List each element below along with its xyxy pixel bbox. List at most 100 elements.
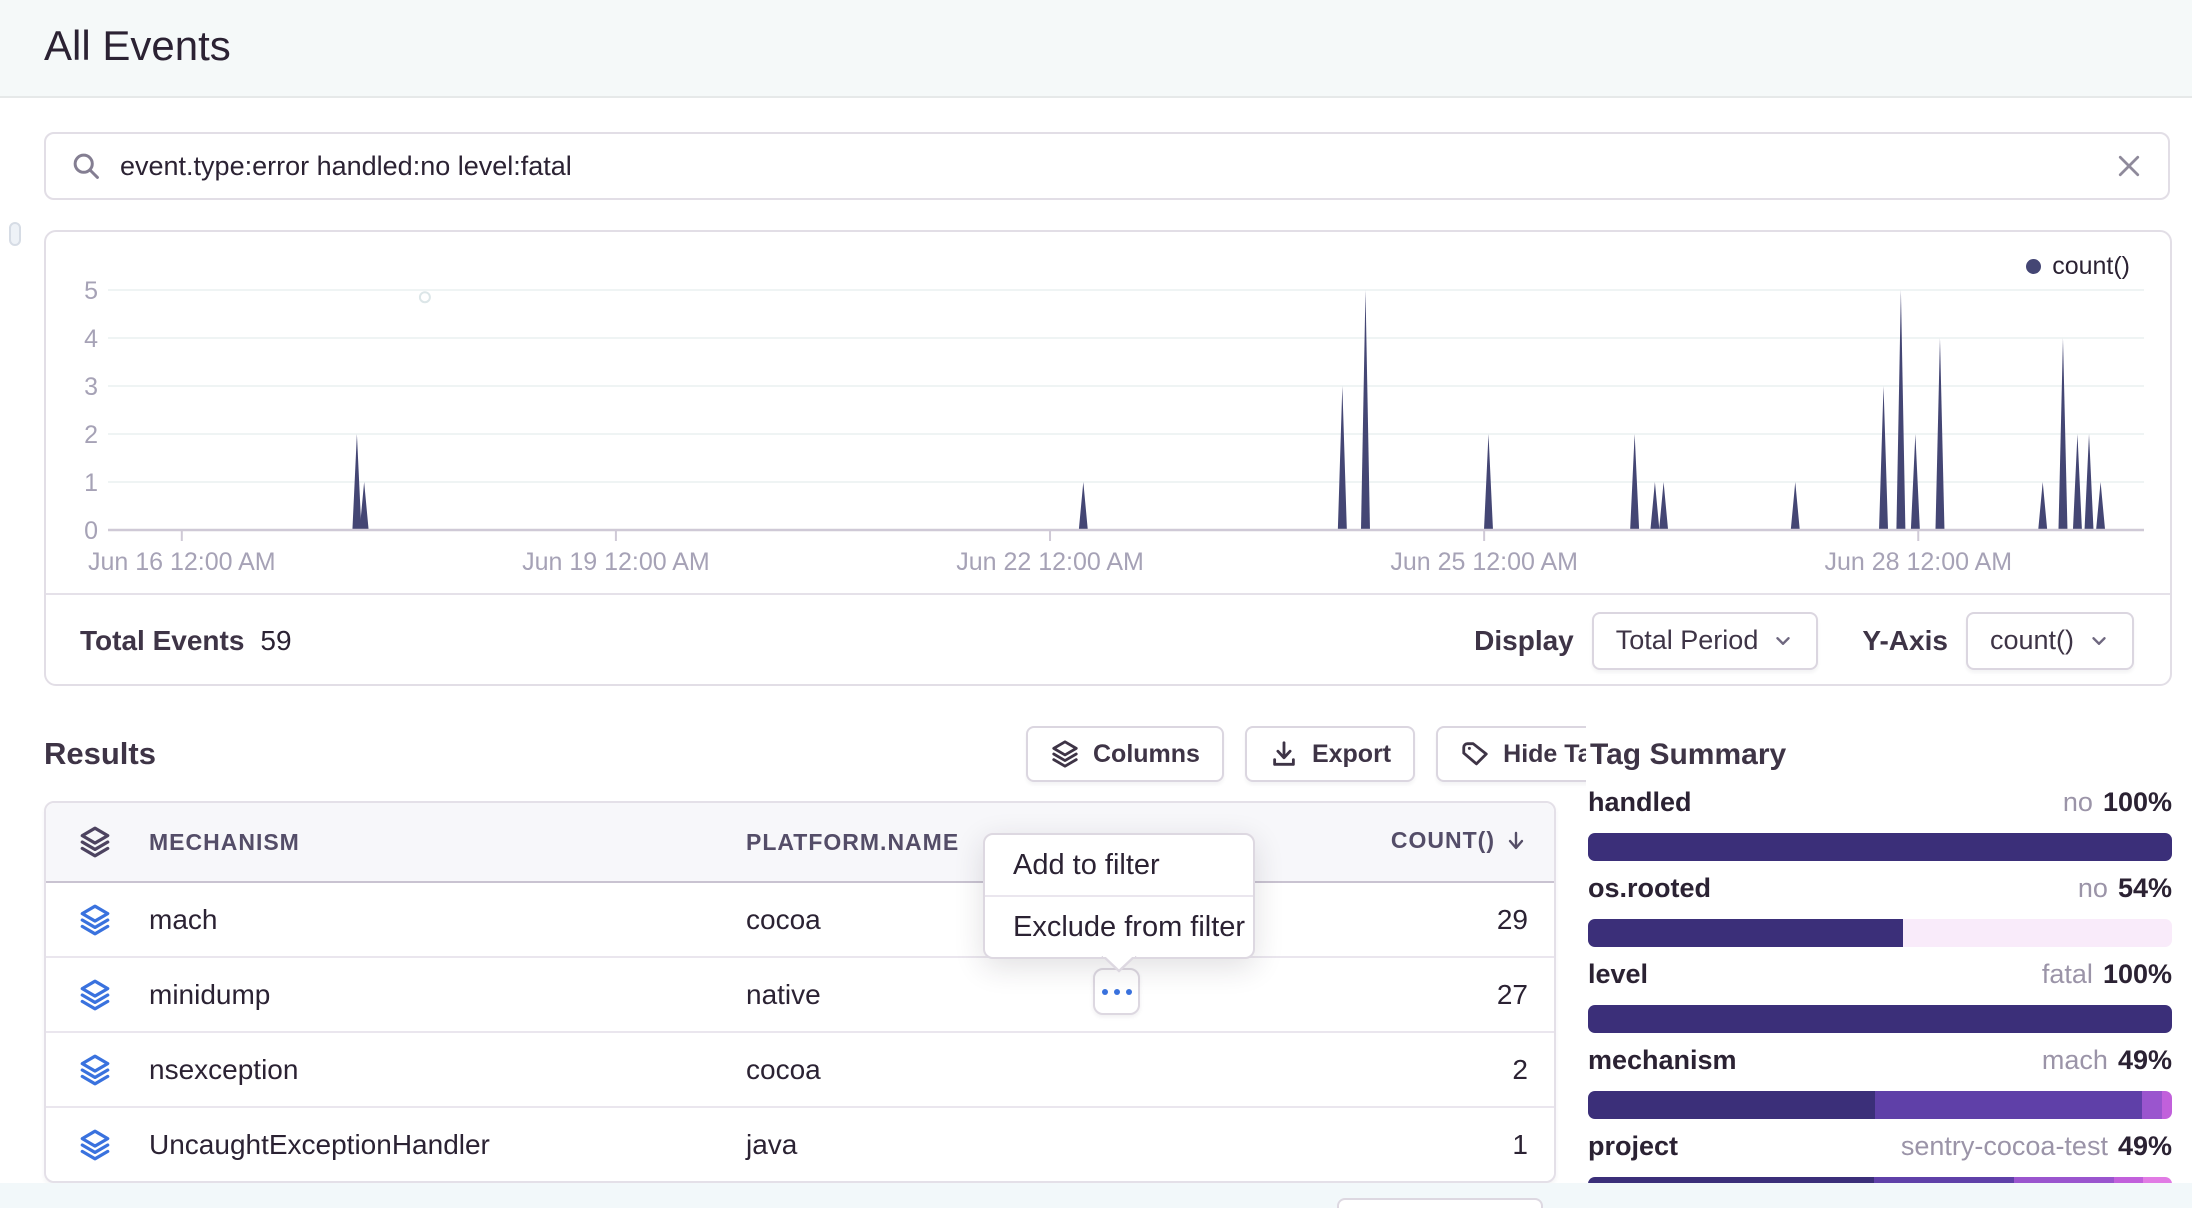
cell-platform[interactable]: native (746, 979, 821, 1011)
layers-icon[interactable] (78, 978, 112, 1012)
menu-item-exclude-from-filter[interactable]: Exclude from filter (985, 895, 1253, 957)
ellipsis-dot (1102, 989, 1108, 995)
cell-mechanism[interactable]: minidump (149, 979, 270, 1011)
layers-icon[interactable] (78, 903, 112, 937)
yaxis-dropdown-value: count() (1990, 625, 2074, 656)
tag-percent: 54% (2118, 873, 2172, 904)
page-bottom-band (0, 1183, 2192, 1208)
tag-bar-segment[interactable] (1588, 1091, 1875, 1119)
svg-text:4: 4 (84, 325, 98, 353)
sort-desc-arrow-icon (1504, 829, 1528, 853)
table-row[interactable]: minidump native 27 (46, 958, 1554, 1033)
export-button[interactable]: Export (1245, 726, 1415, 782)
legend-series-label: count() (2052, 252, 2130, 281)
cell-actions-ellipsis-button[interactable] (1093, 968, 1140, 1015)
pagination-partial[interactable] (1337, 1198, 1543, 1208)
tag-name: mechanism (1588, 1045, 1737, 1076)
ellipsis-dot (1126, 989, 1132, 995)
tag-percent: 49% (2118, 1045, 2172, 1076)
page-title: All Events (44, 22, 231, 70)
tag-name: level (1588, 959, 1648, 990)
results-table: MECHANISM PLATFORM.NAME COUNT() mach coco… (44, 801, 1556, 1183)
svg-text:Jun 28 12:00 AM: Jun 28 12:00 AM (1824, 548, 2012, 576)
tag-summary-title: Tag Summary (1590, 738, 2172, 772)
search-icon (70, 150, 102, 182)
tag-distribution-bar[interactable] (1588, 1091, 2172, 1119)
layers-icon (78, 825, 112, 859)
column-header-count-label: COUNT() (1391, 827, 1495, 854)
search-bar[interactable] (44, 132, 2170, 200)
column-header-platform[interactable]: PLATFORM.NAME (746, 829, 959, 856)
search-input[interactable] (118, 150, 2114, 183)
tag-bar-segment[interactable] (2142, 1091, 2162, 1119)
tag-top-value: sentry-cocoa-test (1901, 1131, 2108, 1162)
cell-count[interactable]: 29 (1497, 904, 1528, 936)
ellipsis-dot (1114, 989, 1120, 995)
tag-bar-segment[interactable] (1588, 1005, 2172, 1033)
column-header-mechanism[interactable]: MECHANISM (149, 829, 300, 856)
tag-icon (1460, 739, 1490, 769)
events-chart[interactable]: 012345Jun 16 12:00 AMJun 19 12:00 AMJun … (46, 232, 2174, 590)
clear-search-icon[interactable] (2114, 151, 2144, 181)
chevron-down-icon (2088, 630, 2110, 652)
tag-top-value-wrap: fatal100% (2042, 959, 2172, 990)
svg-text:Jun 25 12:00 AM: Jun 25 12:00 AM (1390, 548, 1578, 576)
layers-icon[interactable] (78, 1128, 112, 1162)
cell-platform[interactable]: java (746, 1129, 797, 1161)
table-row[interactable]: mach cocoa 29 (46, 883, 1554, 958)
tag-bar-segment[interactable] (1588, 919, 1903, 947)
table-row[interactable]: nsexception cocoa 2 (46, 1033, 1554, 1108)
cell-platform[interactable]: cocoa (746, 904, 821, 936)
column-header-count[interactable]: COUNT() (1391, 827, 1528, 854)
svg-text:Jun 22 12:00 AM: Jun 22 12:00 AM (956, 548, 1144, 576)
tag-top-value-wrap: no 54% (2078, 873, 2172, 904)
drag-handle[interactable] (9, 222, 21, 246)
tag-top-value: no (2078, 873, 2108, 904)
tag-summary-panel: Tag Summary handledno100% os.rooted no 54% l… (1586, 726, 2172, 1204)
display-dropdown-value: Total Period (1616, 625, 1759, 656)
tag-summary-row: handledno100% (1588, 787, 2172, 861)
cell-mechanism[interactable]: mach (149, 904, 217, 936)
menu-item-add-to-filter[interactable]: Add to filter (985, 835, 1253, 895)
tag-summary-row: level fatal100% (1588, 959, 2172, 1033)
export-download-icon (1269, 739, 1299, 769)
tag-bar-segment[interactable] (2162, 1091, 2172, 1119)
cell-platform[interactable]: cocoa (746, 1054, 821, 1086)
yaxis-dropdown[interactable]: count() (1966, 612, 2134, 670)
display-dropdown[interactable]: Total Period (1592, 612, 1819, 670)
all-events-page: All Events 012345Jun 16 12:00 AMJun 19 1… (0, 0, 2192, 1208)
table-header-row: MECHANISM PLATFORM.NAME COUNT() (46, 803, 1554, 883)
tag-top-value: mach (2042, 1045, 2108, 1076)
columns-button[interactable]: Columns (1026, 726, 1224, 782)
cell-count[interactable]: 1 (1512, 1129, 1528, 1161)
tag-name: handled (1588, 787, 1692, 818)
cell-count[interactable]: 2 (1512, 1054, 1528, 1086)
tag-distribution-bar[interactable] (1588, 1005, 2172, 1033)
svg-text:Jun 19 12:00 AM: Jun 19 12:00 AM (522, 548, 710, 576)
tag-bar-segment[interactable] (1588, 833, 2172, 861)
results-title: Results (44, 736, 156, 772)
results-toolbar: Columns Export Hide Tags (1026, 726, 1645, 782)
cell-mechanism[interactable]: nsexception (149, 1054, 298, 1086)
tag-bar-segment[interactable] (1903, 919, 2172, 947)
layers-icon[interactable] (78, 1053, 112, 1087)
display-label: Display (1474, 625, 1574, 657)
total-events-value: 59 (260, 625, 291, 657)
tag-name: os.rooted (1588, 873, 1711, 904)
export-button-label: Export (1312, 740, 1391, 769)
table-row[interactable]: UncaughtExceptionHandler java 1 (46, 1108, 1554, 1181)
tag-distribution-bar[interactable] (1588, 919, 2172, 947)
cell-mechanism[interactable]: UncaughtExceptionHandler (149, 1129, 490, 1161)
context-menu-caret (1101, 956, 1137, 974)
tag-distribution-bar[interactable] (1588, 833, 2172, 861)
chart-legend: count() (2026, 252, 2130, 281)
columns-button-label: Columns (1093, 740, 1200, 769)
chevron-down-icon (1772, 630, 1794, 652)
tag-bar-segment[interactable] (1875, 1091, 2142, 1119)
events-chart-panel: 012345Jun 16 12:00 AMJun 19 12:00 AMJun … (44, 230, 2172, 686)
tag-top-value-wrap: sentry-cocoa-test49% (1901, 1131, 2172, 1162)
yaxis-label: Y-Axis (1862, 625, 1948, 657)
cell-count[interactable]: 27 (1497, 979, 1528, 1011)
svg-text:5: 5 (84, 277, 98, 305)
tag-top-value: fatal (2042, 959, 2093, 990)
